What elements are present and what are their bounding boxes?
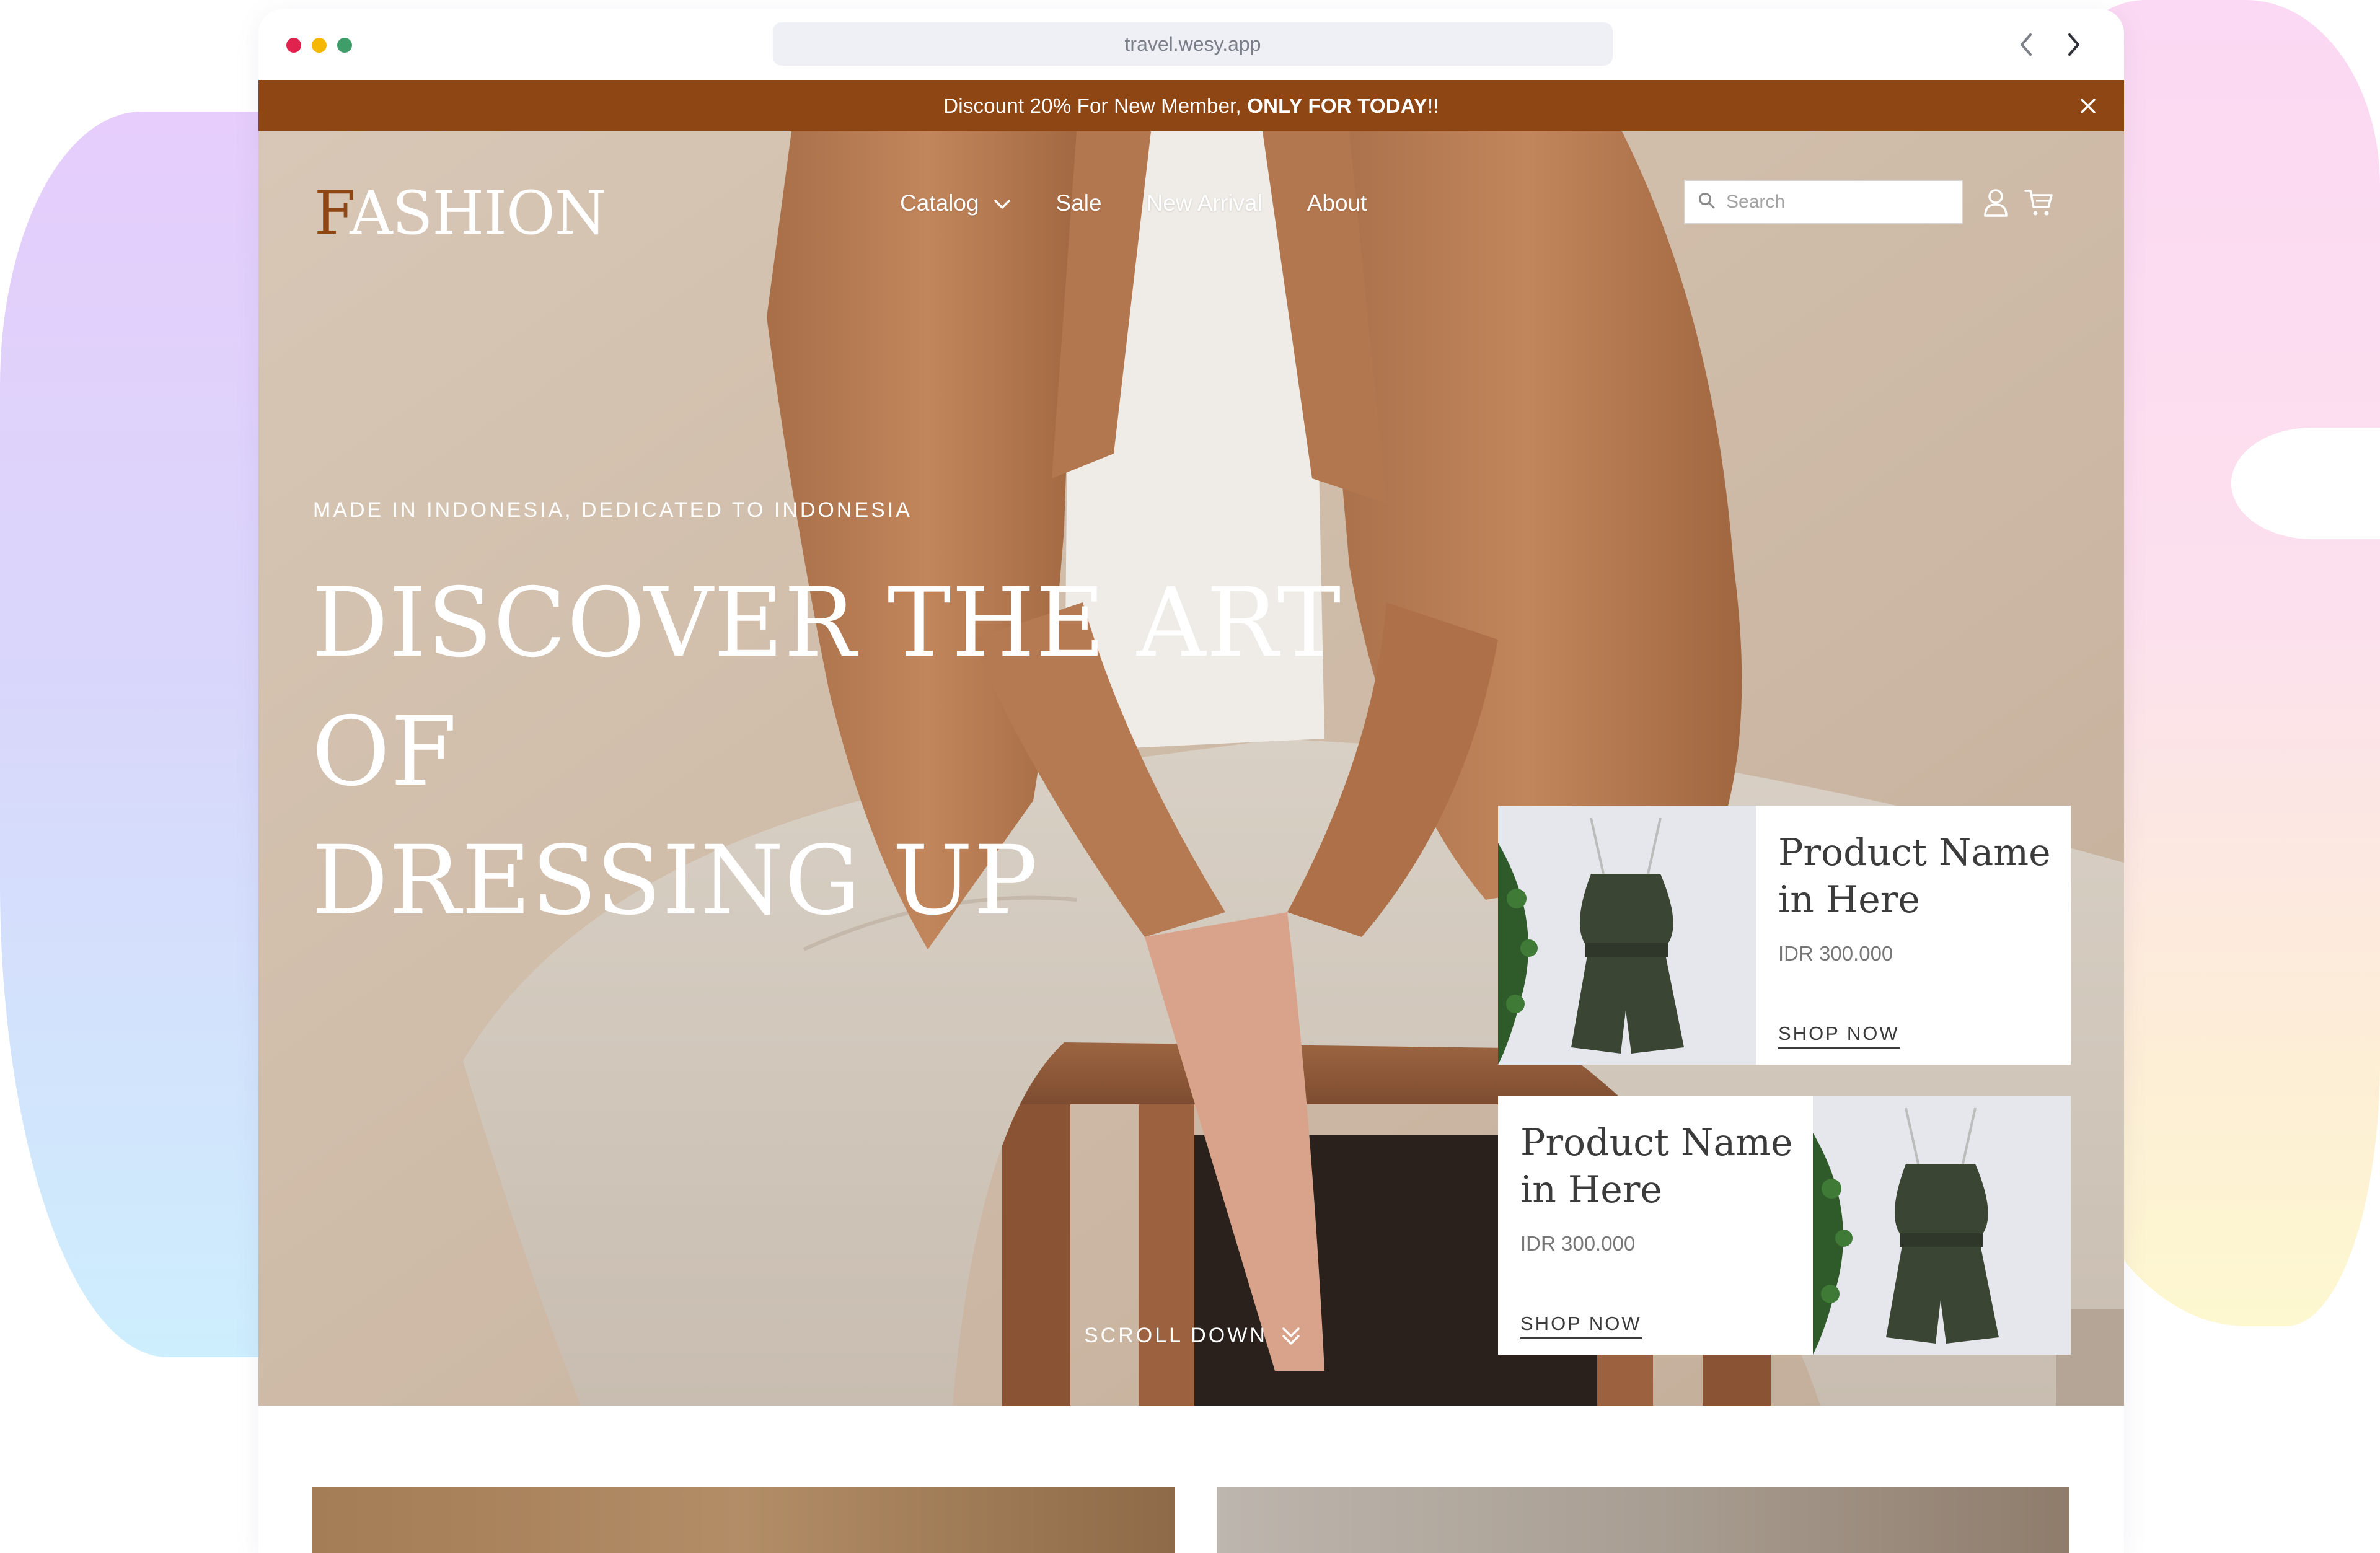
nav-about[interactable]: About	[1307, 190, 1367, 216]
user-icon[interactable]	[1980, 187, 2011, 218]
hero-tagline: MADE IN INDONESIA, DEDICATED TO INDONESI…	[313, 498, 912, 522]
product-price: IDR 300.000	[1520, 1232, 1636, 1255]
search-icon	[1698, 191, 1716, 213]
category-teaser-image[interactable]	[312, 1487, 1175, 1553]
main-nav: Catalog Sale New Arrival About	[900, 190, 1411, 216]
browser-toolbar: travel.wesy.app	[258, 9, 2124, 80]
product-price: IDR 300.000	[1778, 942, 1893, 965]
address-bar-url: travel.wesy.app	[1124, 32, 1261, 55]
search-input[interactable]	[1726, 191, 1949, 213]
promo-text: Discount 20% For New Member, ONLY FOR TO…	[943, 94, 1439, 117]
product-info: Product Name in Here IDR 300.000 SHOP NO…	[1520, 1096, 1793, 1355]
hero-section: FASHION Catalog Sale New Arrival About M…	[258, 131, 2124, 1406]
product-image[interactable]	[1498, 806, 1756, 1065]
hero-headline: DISCOVER THE ART OF DRESSING UP	[312, 559, 1489, 946]
nav-catalog[interactable]: Catalog	[900, 190, 1011, 216]
promo-banner: Discount 20% For New Member, ONLY FOR TO…	[258, 80, 2124, 131]
search-box[interactable]	[1684, 180, 1963, 224]
window-close-dot[interactable]	[286, 38, 301, 53]
window-minimize-dot[interactable]	[312, 38, 327, 53]
shop-now-link[interactable]: SHOP NOW	[1778, 1023, 1900, 1049]
hero-headline-line-2: DRESSING UP	[312, 825, 1039, 936]
product-name[interactable]: Product Name in Here	[1778, 829, 2051, 923]
product-card[interactable]: Product Name in Here IDR 300.000 SHOP NO…	[1498, 806, 2071, 1065]
close-icon[interactable]	[2077, 95, 2099, 117]
product-image[interactable]	[1813, 1096, 2071, 1355]
hero-headline-line-1: DISCOVER THE ART OF	[312, 568, 1342, 807]
shop-now-link[interactable]: SHOP NOW	[1520, 1313, 1642, 1339]
site-logo[interactable]: FASHION	[314, 178, 607, 248]
browser-window: travel.wesy.app Discount 20% For New Mem…	[258, 9, 2124, 1553]
chevron-down-icon	[993, 190, 1011, 216]
window-maximize-dot[interactable]	[337, 38, 352, 53]
chevron-right-icon[interactable]	[2060, 31, 2087, 58]
double-chevron-down-icon	[1282, 1327, 1300, 1345]
product-info: Product Name in Here IDR 300.000 SHOP NO…	[1778, 806, 2051, 1065]
product-name[interactable]: Product Name in Here	[1520, 1119, 1793, 1213]
chevron-left-icon[interactable]	[2012, 31, 2040, 58]
address-bar[interactable]: travel.wesy.app	[773, 22, 1613, 66]
nav-sale[interactable]: Sale	[1056, 190, 1102, 216]
product-card[interactable]: Product Name in Here IDR 300.000 SHOP NO…	[1498, 1096, 2071, 1355]
category-teaser-image[interactable]	[1217, 1487, 2069, 1553]
cart-icon[interactable]	[2024, 187, 2055, 218]
scroll-down-label: SCROLL DOWN	[1084, 1324, 1267, 1347]
scroll-down-link[interactable]: SCROLL DOWN	[1084, 1324, 1302, 1348]
nav-new-arrival[interactable]: New Arrival	[1147, 190, 1263, 216]
